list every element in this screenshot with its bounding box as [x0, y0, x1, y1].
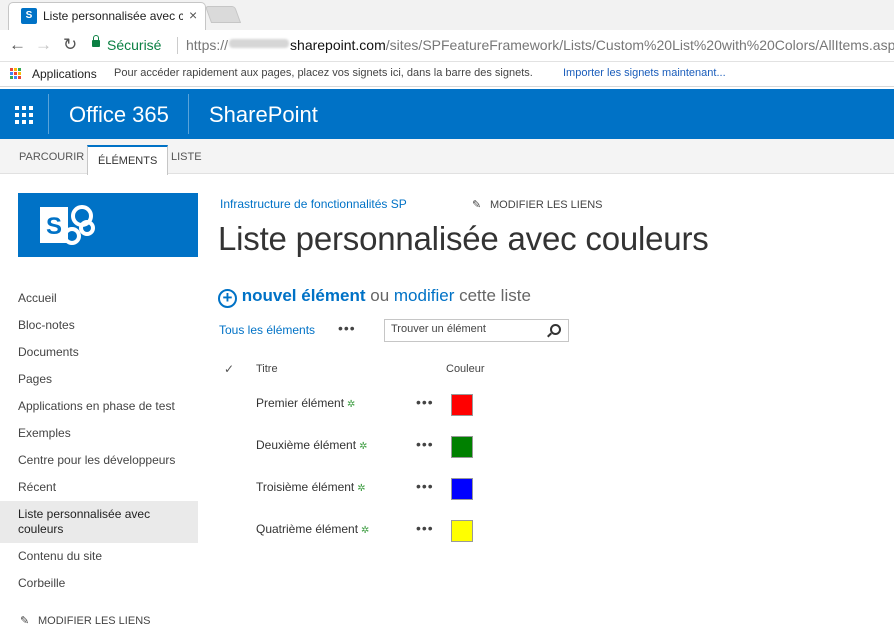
pencil-icon: ✎ [20, 615, 30, 627]
page-title: Liste personnalisée avec couleurs [218, 220, 709, 257]
search-icon[interactable] [550, 324, 561, 335]
sharepoint-favicon-icon: S [21, 8, 37, 24]
item-title-link[interactable]: Troisième élément ✲ [256, 480, 366, 494]
url-prefix: https:// [186, 37, 229, 53]
nav-item-documents[interactable]: Documents [0, 339, 198, 366]
lock-icon [92, 35, 100, 47]
site-breadcrumb-link[interactable]: Infrastructure de fonctionnalités SP [220, 197, 407, 211]
search-input[interactable] [391, 323, 541, 335]
url-host: sharepoint.com [290, 37, 386, 53]
reload-icon[interactable]: ↻ [63, 36, 77, 54]
item-title-link[interactable]: Deuxième élément ✲ [256, 438, 367, 452]
svg-text:S: S [46, 213, 62, 240]
edit-links-label: MODIFIER LES LIENS [38, 615, 151, 627]
table-row[interactable]: Troisième élément ✲ ••• [220, 476, 520, 500]
tab-items[interactable]: ÉLÉMENTS [87, 145, 169, 175]
url-text[interactable]: https:// sharepoint.com/sites/SPFeatureFr… [186, 37, 894, 53]
suite-bar: Office 365 SharePoint [0, 89, 894, 139]
browser-tabstrip: S Liste personnalisée avec c × [0, 0, 894, 30]
redacted-subdomain [229, 39, 290, 48]
sharepoint-logo-icon: S [40, 205, 95, 245]
new-tab-button[interactable] [204, 6, 242, 23]
edit-links-label: MODIFIER LES LIENS [490, 199, 603, 211]
select-all-checkmark-icon[interactable]: ✓ [224, 362, 234, 376]
edit-links-left[interactable]: ✎ MODIFIER LES LIENS [20, 614, 150, 627]
view-more-options-icon[interactable]: ••• [338, 320, 356, 336]
item-more-options-icon[interactable]: ••• [416, 520, 434, 536]
apps-bookmark[interactable]: Applications [32, 67, 97, 81]
new-item-icon: ✲ [361, 525, 370, 536]
item-title-text: Quatrième élément [256, 522, 359, 536]
color-swatch [451, 520, 473, 542]
item-title-text: Deuxième élément [256, 438, 357, 452]
new-item-icon: ✲ [347, 399, 356, 410]
close-tab-icon[interactable]: × [189, 7, 197, 23]
or-text: ou [370, 286, 390, 305]
apps-grid-icon[interactable] [10, 68, 22, 80]
browser-tab[interactable]: S Liste personnalisée avec c × [8, 2, 206, 30]
tab-list[interactable]: LISTE [171, 139, 202, 174]
item-title-link[interactable]: Quatrième élément ✲ [256, 522, 369, 536]
edit-links-top[interactable]: ✎ MODIFIER LES LIENS [472, 198, 602, 211]
list-header: ✓ Titre Couleur [220, 362, 520, 380]
site-logo[interactable]: S [18, 193, 198, 257]
pencil-icon: ✎ [472, 199, 482, 211]
this-list-text: cette liste [459, 286, 531, 305]
item-title-text: Premier élément [256, 396, 345, 410]
add-circle-icon[interactable]: + [218, 289, 237, 308]
quick-launch-nav: Accueil Bloc-notes Documents Pages Appli… [0, 285, 198, 597]
nav-item-examples[interactable]: Exemples [0, 420, 198, 447]
suite-separator [188, 94, 189, 134]
item-more-options-icon[interactable]: ••• [416, 436, 434, 452]
item-more-options-icon[interactable]: ••• [416, 394, 434, 410]
suite-separator [48, 94, 49, 134]
nav-item-custom-list-colors[interactable]: Liste personnalisée avec couleurs [0, 501, 198, 543]
table-row[interactable]: Deuxième élément ✲ ••• [220, 434, 520, 458]
item-title-link[interactable]: Premier élément ✲ [256, 396, 355, 410]
color-swatch [451, 478, 473, 500]
find-item-search [384, 319, 569, 342]
modify-list-link[interactable]: modifier [394, 286, 454, 305]
color-swatch [451, 394, 473, 416]
url-path: /sites/SPFeatureFramework/Lists/Custom%2… [385, 37, 894, 53]
item-title-text: Troisième élément [256, 480, 355, 494]
nav-item-apps-in-testing[interactable]: Applications en phase de test [0, 393, 198, 420]
browser-toolbar: ← → ↻ Sécurisé https:// sharepoint.com/si… [0, 30, 894, 62]
nav-item-site-contents[interactable]: Contenu du site [0, 543, 198, 570]
table-row[interactable]: Premier élément ✲ ••• [220, 392, 520, 416]
app-launcher-icon[interactable] [0, 89, 48, 139]
address-separator [177, 37, 178, 54]
new-item-link[interactable]: nouvel élément [242, 286, 366, 305]
item-more-options-icon[interactable]: ••• [416, 478, 434, 494]
sharepoint-app-title[interactable]: SharePoint [209, 102, 318, 128]
tab-title: Liste personnalisée avec c [43, 9, 183, 23]
import-bookmarks-link[interactable]: Importer les signets maintenant... [563, 67, 726, 79]
nav-item-pages[interactable]: Pages [0, 366, 198, 393]
column-header-title[interactable]: Titre [256, 363, 278, 375]
bookmarks-bar: Applications Pour accéder rapidement aux… [0, 62, 894, 87]
nav-item-notebook[interactable]: Bloc-notes [0, 312, 198, 339]
secure-label: Sécurisé [107, 37, 162, 53]
new-item-icon: ✲ [359, 441, 368, 452]
tab-browse[interactable]: PARCOURIR [19, 139, 84, 174]
color-swatch [451, 436, 473, 458]
table-row[interactable]: Quatrième élément ✲ ••• [220, 518, 520, 542]
bookmarks-hint: Pour accéder rapidement aux pages, place… [114, 67, 533, 79]
back-arrow-icon[interactable]: ← [9, 36, 26, 54]
address-bar[interactable]: Sécurisé https:// sharepoint.com/sites/SP… [90, 33, 894, 59]
nav-item-developer-center[interactable]: Centre pour les développeurs [0, 447, 198, 474]
ribbon-tabs: PARCOURIR ÉLÉMENTS LISTE [0, 139, 894, 175]
new-item-icon: ✲ [357, 483, 366, 494]
column-header-color[interactable]: Couleur [446, 363, 485, 375]
nav-item-recycle-bin[interactable]: Corbeille [0, 570, 198, 597]
new-item-line: + nouvel élément ou modifier cette liste [218, 286, 531, 308]
forward-arrow-icon[interactable]: → [35, 36, 52, 54]
nav-item-home[interactable]: Accueil [0, 285, 198, 312]
view-all-items-link[interactable]: Tous les éléments [219, 323, 315, 337]
office365-brand[interactable]: Office 365 [69, 102, 169, 128]
nav-item-recent[interactable]: Récent [0, 474, 198, 501]
